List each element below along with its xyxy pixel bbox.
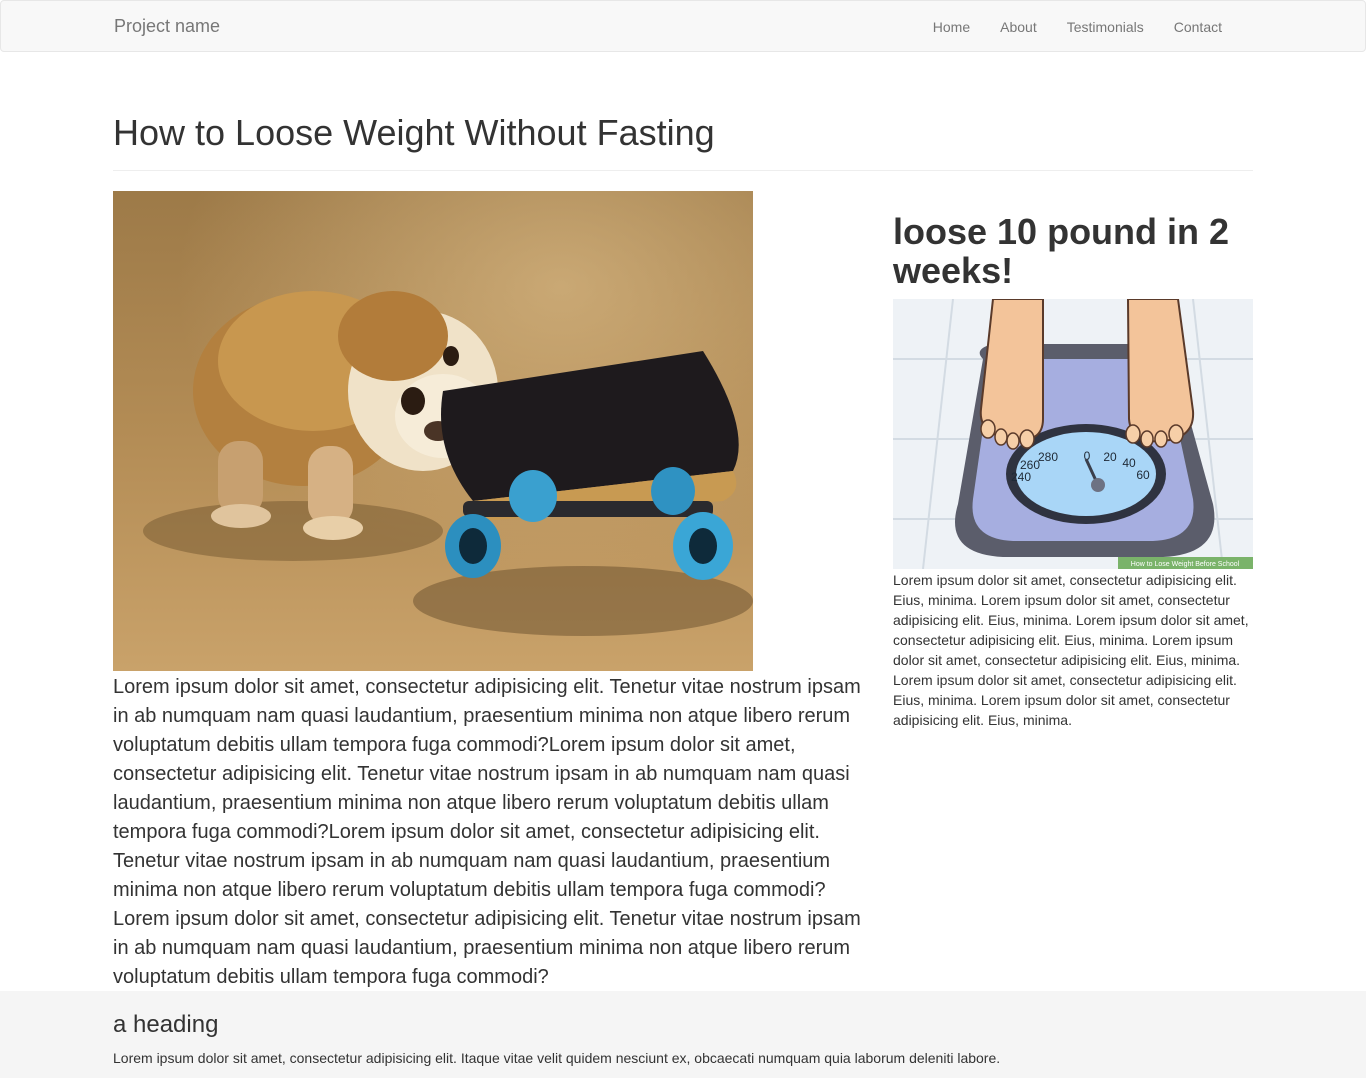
nav-link-home[interactable]: Home xyxy=(933,18,970,36)
bulldog-puppy-skateboard-photo xyxy=(113,191,753,671)
bathroom-scale-illustration: 280 0 20 40 60 260 240 How to Lose Weigh… xyxy=(893,299,1253,569)
sidebar-title: loose 10 pound in 2 weeks! xyxy=(893,211,1230,291)
footer: a heading Lorem ipsum dolor sit amet, co… xyxy=(0,991,1366,1078)
main-article-text: Lorem ipsum dolor sit amet, consectetur … xyxy=(113,676,861,988)
puppy-skateboard-image xyxy=(113,191,753,671)
scale-number: 60 xyxy=(1136,468,1150,482)
sidebar-text: Lorem ipsum dolor sit amet, consectetur … xyxy=(893,572,1249,728)
navbar: Project name Home About Testimonials Con… xyxy=(0,0,1366,52)
footer-heading: a heading xyxy=(113,1011,219,1038)
nav-link-about[interactable]: About xyxy=(1000,18,1037,36)
nav-link-testimonials[interactable]: Testimonials xyxy=(1067,18,1144,36)
page-title: How to Loose Weight Without Fasting xyxy=(113,112,715,153)
nav-links: Home About Testimonials Contact xyxy=(933,18,1222,36)
scale-number: 20 xyxy=(1103,450,1117,464)
scale-number: 40 xyxy=(1122,456,1136,470)
footer-text: Lorem ipsum dolor sit amet, consectetur … xyxy=(113,1050,1001,1066)
scale-number: 280 xyxy=(1038,450,1058,464)
nav-link-contact[interactable]: Contact xyxy=(1174,18,1222,36)
scale-image: 280 0 20 40 60 260 240 How to Lose Weigh… xyxy=(893,299,1253,569)
brand-link[interactable]: Project name xyxy=(114,16,220,37)
title-divider xyxy=(113,170,1253,171)
image-watermark: How to Lose Weight Before School xyxy=(1131,561,1240,568)
scale-number: 240 xyxy=(1011,470,1031,484)
